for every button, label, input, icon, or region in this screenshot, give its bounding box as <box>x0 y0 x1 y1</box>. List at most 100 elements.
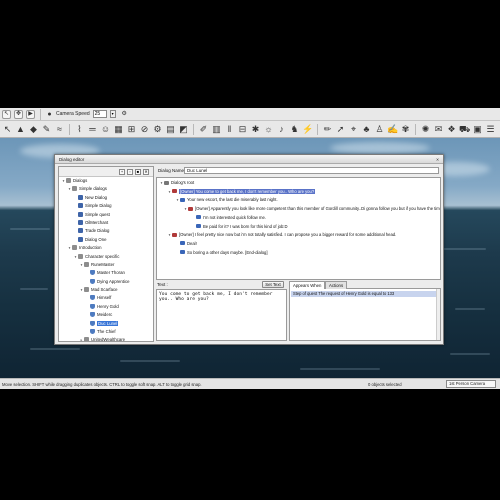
tree-item[interactable]: New Dialog <box>59 194 153 202</box>
quest-icon[interactable]: ❖ <box>446 124 457 135</box>
folder-icon <box>84 337 89 341</box>
tree-item[interactable]: ▾ Character specific <box>59 253 153 261</box>
folder-icon <box>84 287 89 293</box>
tree-item[interactable]: Himself <box>59 294 153 302</box>
dialog-node[interactable]: ▾ [Owner] You come to get back me, I don'… <box>167 188 316 196</box>
delete-icon[interactable]: ✕ <box>143 169 149 175</box>
scrollbar[interactable] <box>436 289 440 340</box>
grid-icon[interactable]: ▥ <box>211 124 222 135</box>
pencil-icon[interactable]: ✏ <box>322 124 333 135</box>
cursor-icon[interactable]: ↖ <box>2 124 13 135</box>
tree-item[interactable]: Simple quest <box>59 211 153 219</box>
tree-item[interactable]: Dialog One <box>59 236 153 244</box>
tree-item[interactable]: The Chief <box>59 328 153 336</box>
light-icon[interactable]: ☼ <box>263 124 274 135</box>
cart-icon[interactable]: ⛟ <box>459 124 470 135</box>
play-icon[interactable]: ▶ <box>26 109 35 119</box>
circle-icon[interactable]: ⊘ <box>139 124 150 135</box>
group-icon[interactable]: ⊞ <box>126 124 137 135</box>
chat-icon[interactable]: ✉ <box>433 124 444 135</box>
camera-options-icon[interactable]: ⚙ <box>119 109 130 120</box>
tree-item[interactable]: Dying Apprentice <box>59 278 153 286</box>
tree-item-label: UnitedWealthcare <box>91 337 126 342</box>
dialog-node[interactable]: So boring a other days maybe. [End-dialo… <box>175 249 268 257</box>
dialog-name-input[interactable]: Duc Lunel <box>184 167 439 174</box>
region-icon[interactable]: ◩ <box>178 124 189 135</box>
paint-icon[interactable]: ✎ <box>41 124 52 135</box>
edit-icon[interactable]: ✍ <box>387 124 398 135</box>
toolbar-separator <box>415 123 416 135</box>
path-icon[interactable]: ⌇ <box>74 124 85 135</box>
tree-item[interactable]: Duc Lunel <box>59 320 153 328</box>
new-folder-icon[interactable]: + <box>119 169 125 175</box>
tree-item[interactable]: ▾ RuneMaster <box>59 261 153 269</box>
sea-wave <box>10 228 50 230</box>
close-icon[interactable]: ✕ <box>435 157 440 162</box>
dialog-node[interactable]: Be paid for it? I was born for this kind… <box>191 223 288 231</box>
save-icon[interactable]: ■ <box>135 169 141 175</box>
node-text-area[interactable]: You come to get back me, I don't remembe… <box>156 289 287 341</box>
tree-item[interactable]: Henry Gold <box>59 303 153 311</box>
tree-item[interactable]: ▸ UnitedWealthcare <box>59 336 153 342</box>
sea-wave <box>30 348 80 350</box>
tab-actions[interactable]: Actions <box>325 281 348 289</box>
select-icon[interactable]: ↖ <box>2 109 11 119</box>
brush-icon[interactable]: ✐ <box>198 124 209 135</box>
tree-item[interactable]: OilMerchant <box>59 219 153 227</box>
spawn-icon[interactable]: ✺ <box>420 124 431 135</box>
sun-icon[interactable]: ✱ <box>250 124 261 135</box>
sound-icon[interactable]: ♪ <box>276 124 287 135</box>
levels-icon[interactable]: ǁ <box>224 124 235 135</box>
dialog-node[interactable]: Deal! <box>175 240 197 248</box>
wall-icon[interactable]: ▦ <box>113 124 124 135</box>
tree-item[interactable]: ▾ Dialogs <box>59 177 153 185</box>
tree-item[interactable]: Simple Dialog <box>59 202 153 210</box>
barrier-icon[interactable]: ⊟ <box>237 124 248 135</box>
creature-icon[interactable]: ♞ <box>289 124 300 135</box>
road-icon[interactable]: ═ <box>87 124 98 135</box>
dialog-node[interactable]: I'm not interested quick follow me. <box>191 214 266 222</box>
texture-icon[interactable]: ▤ <box>165 124 176 135</box>
set-text-button[interactable]: Set Text <box>262 281 284 288</box>
dialog-icon[interactable]: ☰ <box>485 124 496 135</box>
tree-item-label: Duc Lunel <box>97 320 119 326</box>
terrain-icon[interactable]: ▲ <box>15 124 26 135</box>
dialog-node[interactable]: ▾ Your new escort, the last die miserably… <box>175 196 278 204</box>
player-line-icon <box>180 250 185 255</box>
move-icon[interactable]: ✥ <box>14 109 23 119</box>
person-icon[interactable]: ♙ <box>374 124 385 135</box>
npc-icon[interactable]: ☺ <box>100 124 111 135</box>
tree-item[interactable]: Master Thoran <box>59 269 153 277</box>
palm-icon[interactable]: ✾ <box>400 124 411 135</box>
new-dialog-icon[interactable]: ▫ <box>127 169 133 175</box>
tree-item[interactable]: ▾ Introduction <box>59 244 153 252</box>
dialog-tree[interactable]: + ▫ ■ ✕ ▾ Dialogs ▾ Simple dialogs New Dialo… <box>58 166 154 342</box>
book-icon[interactable]: ▣ <box>472 124 483 135</box>
tree-icon[interactable]: ♣ <box>361 124 372 135</box>
trigger-icon[interactable]: ⚡ <box>302 124 313 135</box>
camera-mode-select[interactable]: 1st Person Camera <box>446 380 496 388</box>
condition-row[interactable]: Step of quest The request of Henry Gold … <box>291 291 439 297</box>
toolbar-separator <box>317 123 318 135</box>
camera-speed-input[interactable]: 25 <box>92 110 107 118</box>
tree-item[interactable]: Trade Dialog <box>59 227 153 235</box>
status-bar: Move selection. SHIFT while dragging dup… <box>0 378 500 389</box>
water-icon[interactable]: ≈ <box>54 124 65 135</box>
chevron-down-icon[interactable]: ▾ <box>109 110 116 118</box>
dialog-node-tree[interactable]: ▾ Dialog's root ▾ [Owner] You come to get b… <box>156 177 441 280</box>
dialog-node[interactable]: ▾ [Owner] I feel pretty nice now but i'm … <box>167 231 397 239</box>
dialog-node[interactable]: ▾ [Owner] Apparently you look like more c… <box>183 205 440 213</box>
character-icon <box>90 312 95 318</box>
toolbar-separator <box>40 108 41 120</box>
gear-icon[interactable]: ⚙ <box>152 124 163 135</box>
dialog-node-label: Dialog's root <box>171 180 195 185</box>
dialog-node[interactable]: ▾ Dialog's root <box>159 179 195 187</box>
window-titlebar[interactable]: Dialog editor ✕ <box>55 155 443 164</box>
place-icon[interactable]: ◆ <box>28 124 39 135</box>
arrow-icon[interactable]: ➚ <box>335 124 346 135</box>
tree-item[interactable]: ▾ Simple dialogs <box>59 185 153 193</box>
tree-item[interactable]: ▾ Mad Scarface <box>59 286 153 294</box>
waypoint-icon[interactable]: ⌖ <box>348 124 359 135</box>
npc-line-icon <box>172 189 177 194</box>
tree-item[interactable]: Meiderc <box>59 311 153 319</box>
